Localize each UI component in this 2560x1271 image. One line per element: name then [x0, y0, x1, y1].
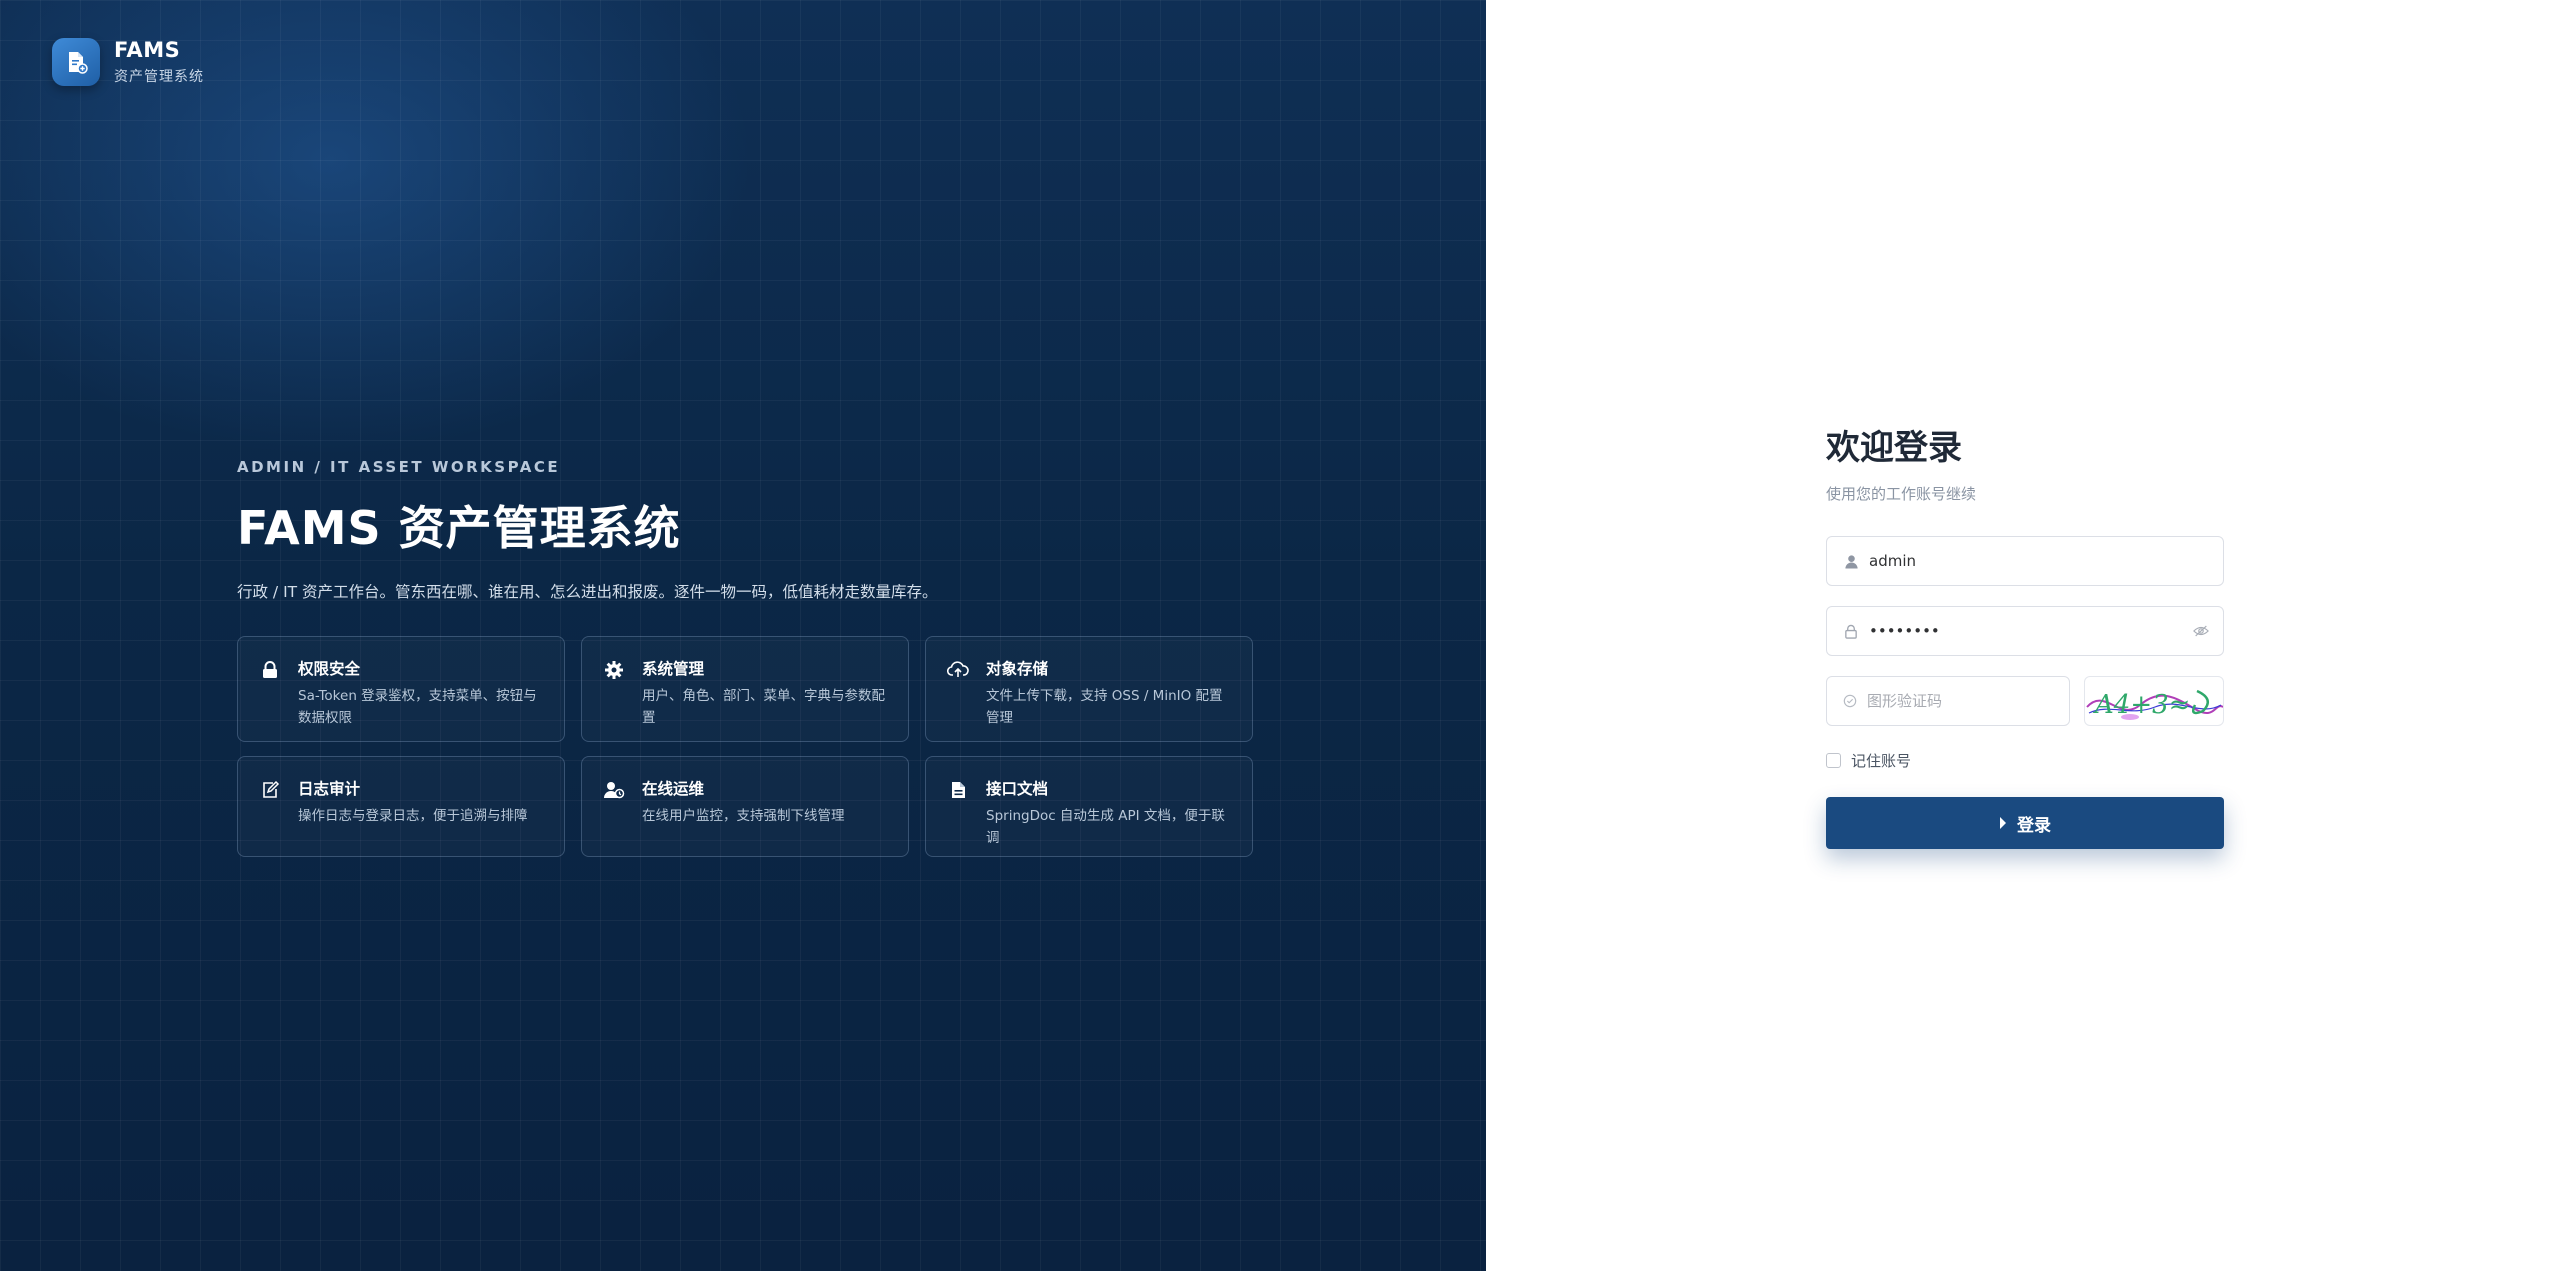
gear-icon: [602, 657, 626, 681]
login-button[interactable]: 登录: [1826, 797, 2224, 849]
feature-title: 日志审计: [298, 780, 361, 798]
feature-desc: 在线用户监控，支持强制下线管理: [642, 808, 845, 824]
lock-icon: [258, 657, 282, 681]
feature-card-security: 权限安全 Sa-Token 登录鉴权，支持菜单、按钮与数据权限: [237, 636, 565, 742]
username-input[interactable]: [1869, 552, 2209, 570]
remember-label: 记住账号: [1851, 752, 1912, 770]
login-title: 欢迎登录: [1826, 428, 1962, 468]
feature-card-storage: 对象存储 文件上传下载，支持 OSS / MinIO 配置管理: [925, 636, 1253, 742]
brand-subtitle: 资产管理系统: [114, 69, 204, 85]
shield-check-icon: [1843, 693, 1857, 709]
eye-hidden-icon[interactable]: [2193, 623, 2209, 639]
cloud-upload-icon: [946, 657, 970, 681]
feature-title: 对象存储: [986, 660, 1049, 678]
login-form: 欢迎登录 使用您的工作账号继续 A4+3≈: [1826, 420, 2224, 849]
captcha-field[interactable]: [1826, 676, 2070, 726]
feature-desc: SpringDoc 自动生成 API 文档，便于联调: [986, 808, 1225, 846]
captcha-row: A4+3≈: [1826, 676, 2224, 726]
feature-card-system: 系统管理 用户、角色、部门、菜单、字典与参数配置: [581, 636, 909, 742]
user-icon: [1843, 553, 1859, 569]
feature-desc: 文件上传下载，支持 OSS / MinIO 配置管理: [986, 688, 1223, 726]
captcha-image[interactable]: A4+3≈: [2084, 676, 2224, 726]
feature-title: 系统管理: [642, 660, 705, 678]
edit-log-icon: [258, 777, 282, 801]
feature-desc: 用户、角色、部门、菜单、字典与参数配置: [642, 688, 885, 726]
login-button-label: 登录: [2017, 815, 2051, 836]
feature-title: 在线运维: [642, 780, 705, 798]
hero-description: 行政 / IT 资产工作台。管东西在哪、谁在用、怎么进出和报废。逐件一物一码，低…: [237, 583, 938, 601]
password-input[interactable]: [1869, 622, 2193, 640]
feature-title: 权限安全: [298, 660, 361, 678]
captcha-input[interactable]: [1867, 692, 2061, 710]
feature-card-api-docs: 接口文档 SpringDoc 自动生成 API 文档，便于联调: [925, 756, 1253, 857]
feature-desc: 操作日志与登录日志，便于追溯与排障: [298, 808, 528, 824]
caret-right-icon: [1999, 817, 2007, 829]
document-box-icon: [52, 38, 100, 86]
feature-title: 接口文档: [986, 780, 1049, 798]
brand-panel: FAMS 资产管理系统 ADMIN / IT ASSET WORKSPACE F…: [0, 0, 1486, 1271]
hero-title: FAMS 资产管理系统: [237, 501, 681, 555]
hero-section: ADMIN / IT ASSET WORKSPACE FAMS 资产管理系统 行…: [237, 458, 1257, 602]
remember-me[interactable]: 记住账号: [1826, 750, 2224, 771]
captcha-text: A4+3≈: [2093, 690, 2190, 720]
feature-desc: Sa-Token 登录鉴权，支持菜单、按钮与数据权限: [298, 688, 537, 726]
feature-grid: 权限安全 Sa-Token 登录鉴权，支持菜单、按钮与数据权限 系统管理 用户、…: [237, 636, 1253, 857]
document-icon: [946, 777, 970, 801]
password-field[interactable]: [1826, 606, 2224, 656]
login-subtitle: 使用您的工作账号继续: [1826, 485, 1977, 503]
remember-checkbox[interactable]: [1826, 753, 1841, 768]
username-field[interactable]: [1826, 536, 2224, 586]
brand-name: FAMS: [114, 38, 181, 62]
brand-header: FAMS 资产管理系统: [52, 38, 204, 86]
online-user-icon: [602, 777, 626, 801]
feature-card-audit: 日志审计 操作日志与登录日志，便于追溯与排障: [237, 756, 565, 857]
hero-eyebrow: ADMIN / IT ASSET WORKSPACE: [237, 458, 561, 476]
lock-icon: [1843, 623, 1859, 639]
feature-card-ops: 在线运维 在线用户监控，支持强制下线管理: [581, 756, 909, 857]
